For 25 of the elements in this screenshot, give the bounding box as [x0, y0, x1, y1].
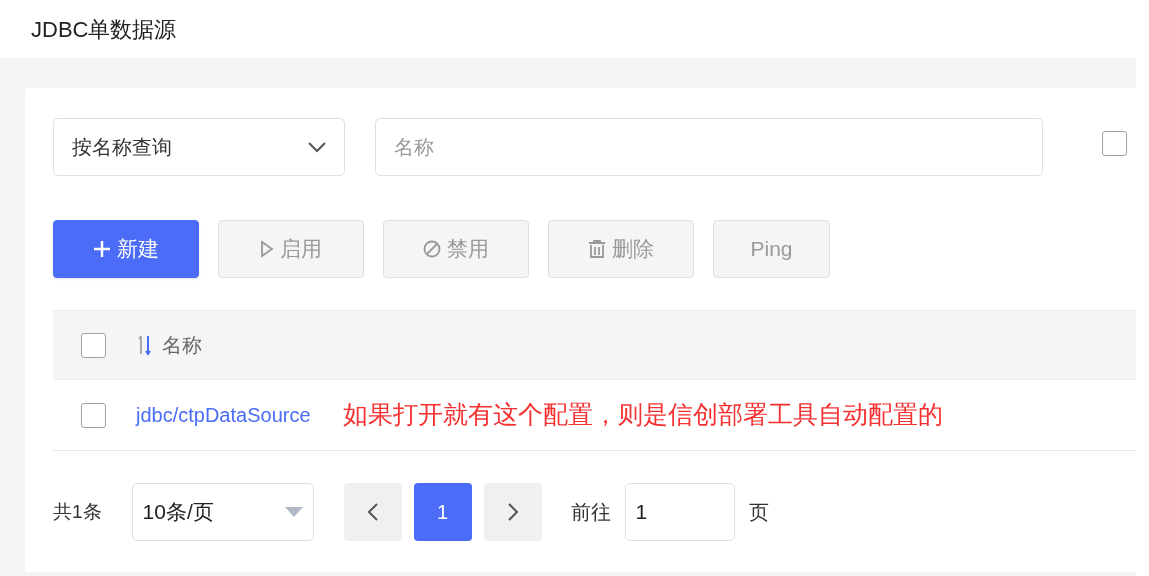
goto-page-field[interactable]: 1: [624, 483, 735, 541]
toolbar-button[interactable]: 新建: [53, 220, 199, 278]
total-count: 共1条: [53, 499, 102, 524]
caret-down-icon: [284, 507, 303, 517]
checkbox[interactable]: [81, 402, 106, 428]
name-search-field[interactable]: 名称: [375, 118, 1043, 176]
checkbox[interactable]: [81, 332, 106, 358]
page-size-select[interactable]: 10条/页: [131, 483, 314, 541]
page-unit-label: 页: [748, 500, 769, 525]
sort-icon: [138, 334, 152, 356]
plus-icon: [93, 240, 111, 258]
goto-label: 前往: [570, 500, 611, 525]
page-title: JDBC单数据源: [31, 15, 177, 44]
search-mode-select[interactable]: 按名称查询: [53, 118, 345, 176]
checkbox[interactable]: [1102, 131, 1127, 156]
chevron-right-icon: [507, 503, 518, 521]
chevron-left-icon: [367, 503, 378, 521]
chevron-down-icon: [308, 141, 326, 153]
ban-icon: [423, 240, 441, 258]
annotation-text: 如果打开就有这个配置，则是信创部署工具自动配置的: [342, 399, 943, 431]
play-icon: [260, 240, 274, 258]
column-header[interactable]: 名称: [162, 330, 202, 360]
datasource-link[interactable]: jdbc/ctpDataSource: [136, 400, 311, 430]
trash-icon: [588, 240, 606, 258]
page-button[interactable]: 1: [413, 483, 472, 541]
